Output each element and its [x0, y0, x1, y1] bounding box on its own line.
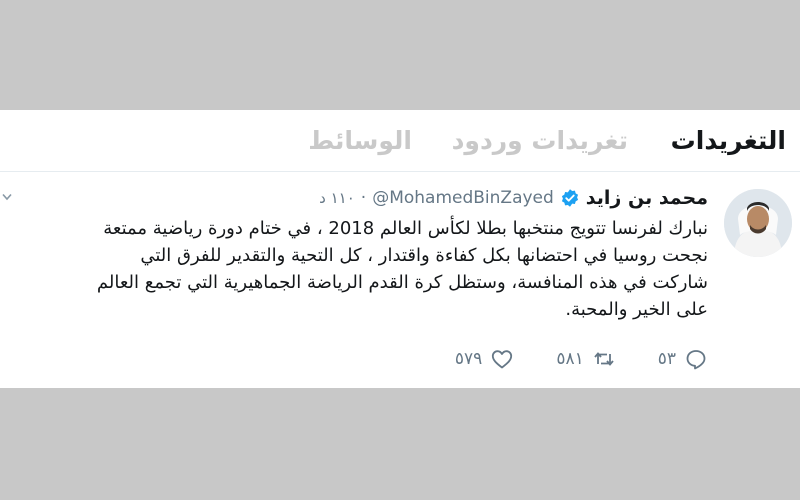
tweet[interactable]: محمد بن زايد @MohamedBinZayed · ١١٠ د نب… [0, 173, 800, 388]
profile-timeline-card: التغريدات تغريدات وردود الوسائط محمد بن … [0, 110, 800, 388]
tab-media[interactable]: الوسائط [308, 124, 412, 158]
like-count: ٥٧٩ [454, 349, 483, 369]
separator-dot: · [360, 188, 367, 208]
chevron-down-icon[interactable] [2, 193, 12, 201]
tweet-header: محمد بن زايد @MohamedBinZayed · ١١٠ د [319, 185, 708, 211]
author-name[interactable]: محمد بن زايد [586, 187, 708, 209]
reply-icon [686, 350, 706, 370]
like-button[interactable]: ٥٧٩ [455, 347, 514, 371]
verified-badge-icon [561, 189, 578, 207]
timeline-tabs: التغريدات تغريدات وردود الوسائط [0, 110, 800, 172]
bottom-gray-band [0, 388, 800, 500]
tab-tweets[interactable]: التغريدات [671, 124, 786, 158]
tab-tweets-and-replies[interactable]: تغريدات وردود [452, 124, 628, 158]
tweet-text-line: شاركت في هذه المنافسة، وستظل كرة القدم ا… [96, 272, 708, 293]
tweet-actions: ٥٣ ٥٨١ ٥٧٩ [413, 345, 708, 373]
avatar-image [724, 189, 792, 257]
author-handle[interactable]: @MohamedBinZayed [372, 188, 554, 208]
retweet-count: ٥٨١ [556, 349, 584, 369]
tweet-text: نبارك لفرنسا تتويج منتخبها بطلا لكأس الع… [8, 215, 708, 323]
tweet-time[interactable]: ١١٠ د [319, 189, 355, 207]
reply-count: ٥٣ [657, 349, 676, 369]
tweet-text-line: نبارك لفرنسا تتويج منتخبها بطلا لكأس الع… [103, 218, 708, 239]
retweet-button[interactable]: ٥٨١ [556, 347, 615, 371]
tweet-text-line: على الخير والمحبة. [565, 299, 708, 320]
retweet-icon [594, 352, 614, 366]
tweet-text-line: نجحت روسيا في احتضانها بكل كفاءة واقتدار… [140, 245, 708, 266]
top-gray-band [0, 0, 800, 110]
avatar[interactable] [724, 189, 792, 257]
heart-icon [492, 350, 513, 369]
reply-button[interactable]: ٥٣ [658, 347, 708, 371]
